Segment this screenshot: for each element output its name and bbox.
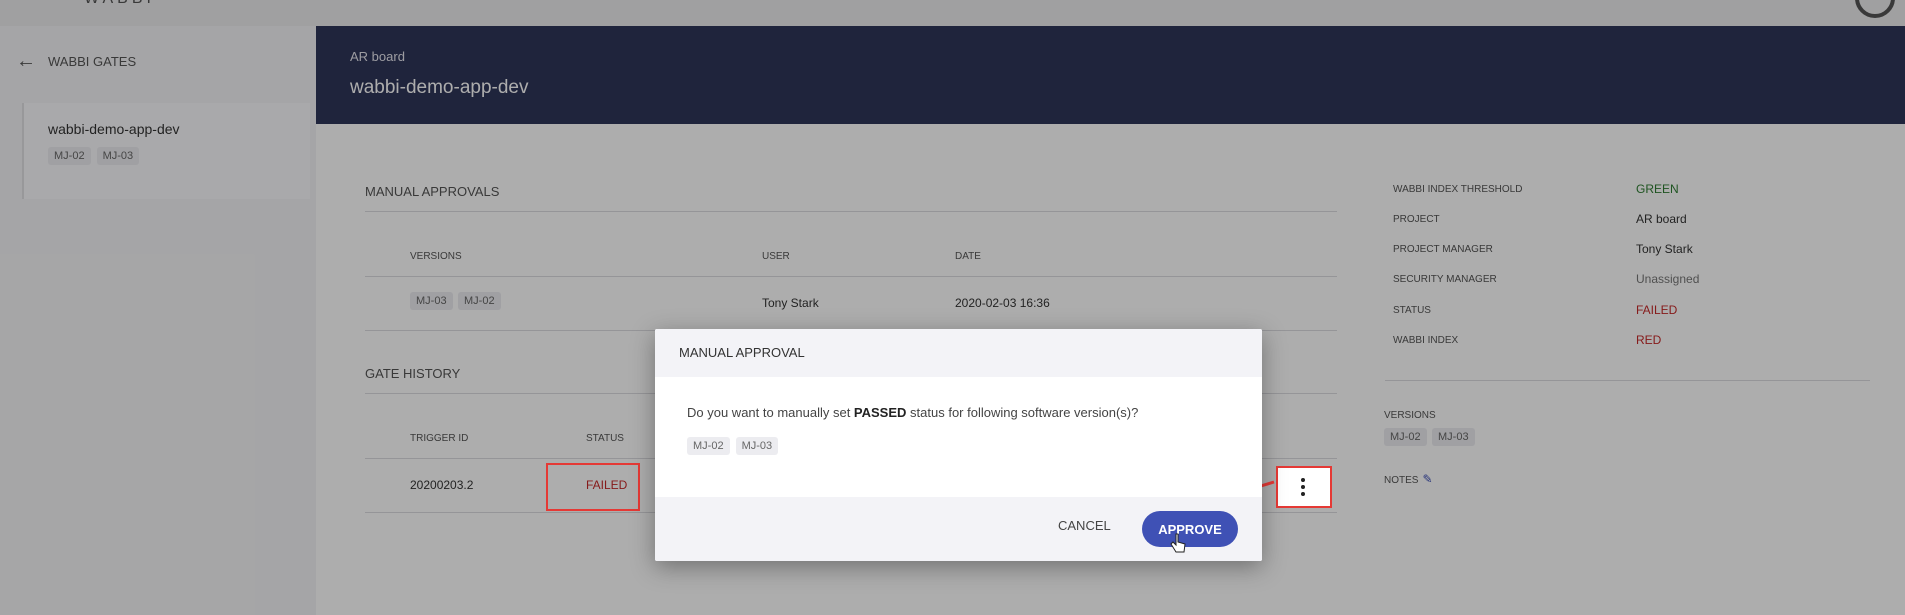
cancel-button[interactable]: CANCEL (1052, 517, 1117, 534)
more-vert-icon (1301, 478, 1305, 482)
dialog-header: MANUAL APPROVAL (655, 329, 1262, 377)
version-tag: MJ-03 (735, 437, 779, 455)
manual-approval-dialog: MANUAL APPROVAL Do you want to manually … (655, 329, 1262, 561)
question-text-end: status for following software version(s)… (906, 405, 1139, 420)
approve-button[interactable]: APPROVE (1142, 511, 1238, 547)
annotation-highlight-status (546, 463, 640, 511)
dialog-title: MANUAL APPROVAL (679, 345, 805, 360)
dialog-version-tags: MJ-02 MJ-03 (687, 437, 779, 455)
more-vert-button[interactable] (1276, 466, 1332, 508)
question-status: PASSED (853, 405, 907, 420)
version-tag: MJ-02 (687, 437, 730, 455)
cursor-hand-icon (1170, 533, 1186, 553)
dialog-question: Do you want to manually set PASSED statu… (687, 405, 1138, 420)
question-text: Do you want to manually set (687, 405, 854, 420)
